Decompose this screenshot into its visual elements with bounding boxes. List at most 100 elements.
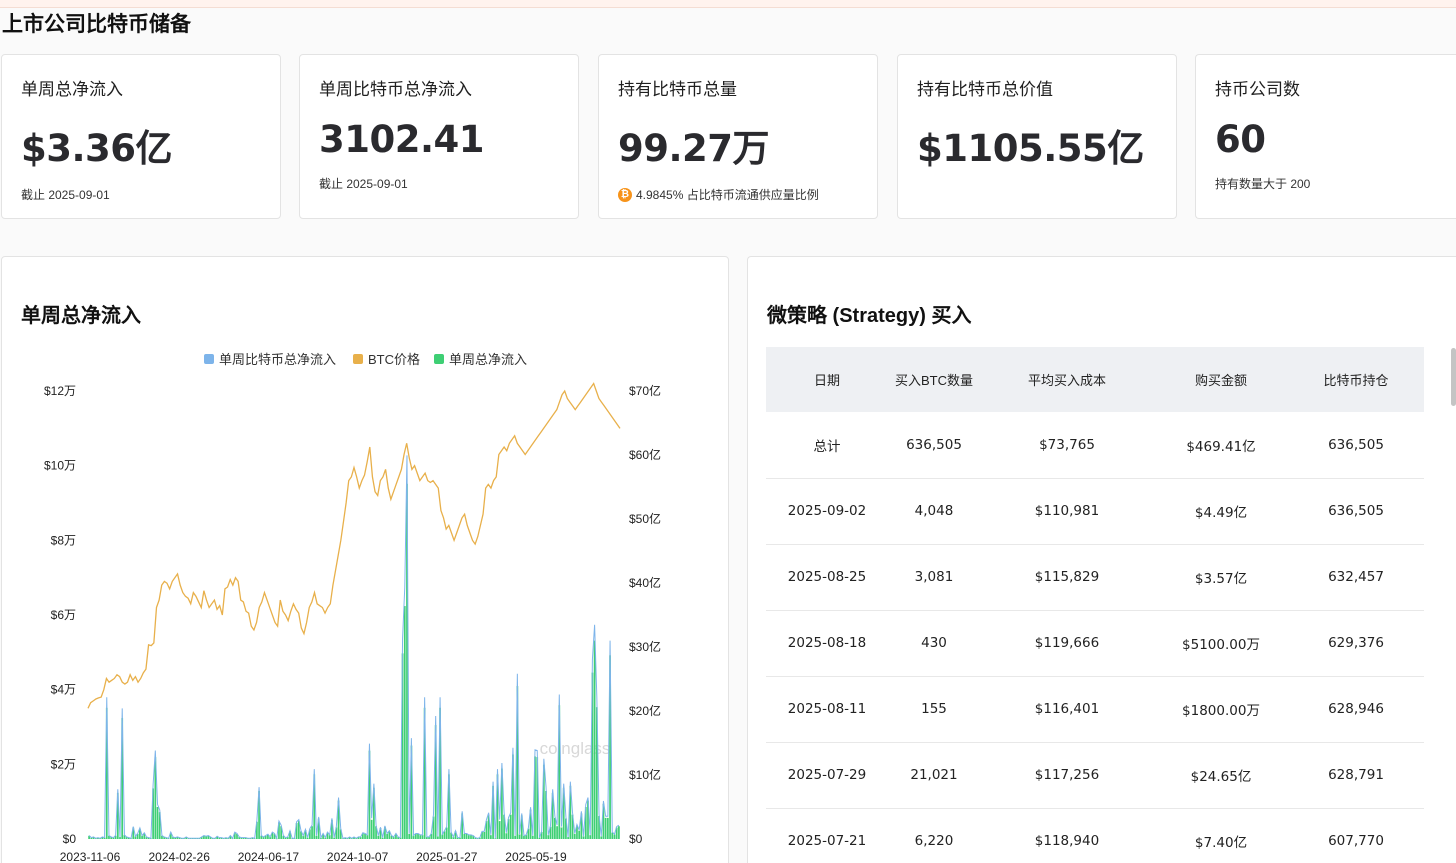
stat-sub-text: 截止 2025-09-01 xyxy=(319,177,408,191)
column-header-avg-cost[interactable]: 平均买入成本 xyxy=(980,347,1154,412)
cell-purchase-amount: $5100.00万 xyxy=(1154,610,1288,677)
cell-purchase-amount: $4.49亿 xyxy=(1154,478,1288,545)
stat-label: 持币公司数 xyxy=(1215,80,1300,99)
weekly-net-inflow-chart[interactable]: 单周比特币总净流入 BTC价格 单周总净流入 $0 $2万 $4万 $6万 $8万 $10万 $1… xyxy=(2,257,730,863)
y-left-tick: $8万 xyxy=(51,533,76,547)
flow-bar xyxy=(311,826,313,839)
cell-btc-amount: 430 xyxy=(888,610,980,677)
y-left-tick: $6万 xyxy=(51,608,76,622)
cell-purchase-amount: $7.40亿 xyxy=(1154,808,1288,863)
column-header-btc-amount[interactable]: 买入BTC数量 xyxy=(888,347,980,412)
flow-bar xyxy=(538,837,541,839)
x-tick: 2024-06-17 xyxy=(238,850,300,863)
flow-bar xyxy=(386,833,388,839)
flow-bar xyxy=(560,827,563,839)
cell-btc-amount: 636,505 xyxy=(888,412,980,479)
stat-label: 持有比特币总量 xyxy=(618,80,737,99)
table-panel: 微策略 (Strategy) 买入 日期 买入BTC数量 平均买入成本 购买金额… xyxy=(747,256,1456,863)
btc-price-line xyxy=(87,382,621,709)
cell-btc-holdings: 636,505 xyxy=(1288,412,1424,479)
column-header-purchase-amount[interactable]: 购买金额 xyxy=(1154,347,1288,412)
stat-label: 单周总净流入 xyxy=(21,80,123,99)
x-tick: 2024-10-07 xyxy=(327,850,389,863)
stat-value: 99.27万 xyxy=(618,127,770,170)
flow-bar xyxy=(156,807,159,839)
flow-bar xyxy=(600,836,603,839)
stat-value: $3.36亿 xyxy=(21,127,173,170)
cell-avg-cost: $110,981 xyxy=(980,478,1154,545)
flow-bar xyxy=(554,817,556,839)
flow-bar xyxy=(366,835,369,839)
flow-bar xyxy=(514,835,516,839)
y-left-tick: $2万 xyxy=(51,757,76,771)
cell-avg-cost: $117,256 xyxy=(980,742,1154,809)
watermark-logo: coinglass xyxy=(540,739,611,758)
cell-btc-amount: 4,048 xyxy=(888,478,980,545)
flow-bar xyxy=(589,835,592,839)
cell-date: 2025-07-29 xyxy=(766,742,888,809)
flow-bar xyxy=(618,826,620,839)
flow-bar xyxy=(364,833,366,839)
flow-bar xyxy=(494,838,497,839)
flow-bar xyxy=(463,833,466,839)
y-right-tick: $50亿 xyxy=(629,511,661,526)
flow-bar xyxy=(441,834,444,839)
legend-label: BTC价格 xyxy=(368,352,420,367)
stat-card-weekly-btc-inflow: 单周比特币总净流入 3102.41 截止 2025-09-01 xyxy=(299,54,579,219)
flow-bar xyxy=(523,835,525,839)
column-header-date[interactable]: 日期 xyxy=(766,347,888,412)
table-scrollbar-thumb[interactable] xyxy=(1451,348,1456,406)
flow-bar xyxy=(607,817,609,839)
stat-card-weekly-usd-inflow: 单周总净流入 $3.36亿 截止 2025-09-01 xyxy=(1,54,281,219)
y-right-tick: $0 xyxy=(629,832,643,846)
cell-purchase-amount: $1800.00万 xyxy=(1154,676,1288,743)
flow-bar xyxy=(445,827,448,839)
flow-bar xyxy=(573,833,576,839)
cell-btc-holdings: 636,505 xyxy=(1288,478,1424,545)
table-row: 2025-08-11 155 $116,401 $1800.00万 628,946 xyxy=(766,676,1424,743)
flow-bar xyxy=(582,836,585,839)
y-right-tick: $30亿 xyxy=(629,639,661,654)
legend-swatch xyxy=(204,354,214,364)
stat-sub: 截止 2025-09-01 xyxy=(319,175,578,192)
stat-card-total-btc-held: 持有比特币总量 99.27万 ₿ 4.9845% 占比特币流通供应量比例 xyxy=(598,54,878,219)
flow-bar xyxy=(525,835,528,839)
flow-bar xyxy=(518,834,521,839)
flow-bar xyxy=(381,837,384,839)
flow-bar xyxy=(315,835,318,839)
flow-bar xyxy=(377,835,380,839)
cell-btc-amount: 6,220 xyxy=(888,808,980,863)
flow-bar xyxy=(333,837,335,839)
flow-bar xyxy=(604,817,607,839)
cell-btc-holdings: 628,946 xyxy=(1288,676,1424,743)
x-tick: 2025-05-19 xyxy=(505,850,567,863)
table-row: 2025-07-29 21,021 $117,256 $24.65亿 628,791 xyxy=(766,742,1424,809)
flow-bar xyxy=(556,826,558,839)
flow-bar xyxy=(412,835,415,839)
flow-bar xyxy=(611,832,614,839)
x-tick: 2024-02-26 xyxy=(149,850,211,863)
bitcoin-icon: ₿ xyxy=(618,187,632,202)
strategy-buy-table: 日期 买入BTC数量 平均买入成本 购买金额 比特币持仓 总计 636,505 $7… xyxy=(766,347,1424,863)
cell-date: 2025-07-21 xyxy=(766,808,888,863)
cell-purchase-amount: $469.41亿 xyxy=(1154,412,1288,479)
flow-bar xyxy=(531,835,534,839)
chart-panel: 单周总净流入 单周比特币总净流入 BTC价格 单周总净流入 $0 $2万 $4万 $6万 $8… xyxy=(1,256,729,863)
x-tick: 2023-11-06 xyxy=(60,850,121,863)
stat-card-company-count: 持币公司数 60 持有数量大于 200 xyxy=(1195,54,1456,219)
cell-avg-cost: $115,829 xyxy=(980,544,1154,611)
flow-bar xyxy=(593,640,596,839)
cell-avg-cost: $118,940 xyxy=(980,808,1154,863)
y-left-tick: $12万 xyxy=(44,384,76,398)
flow-bar xyxy=(613,834,616,839)
stat-sub: 持有数量大于 200 xyxy=(1215,175,1456,192)
column-header-btc-holdings[interactable]: 比特币持仓 xyxy=(1288,347,1424,412)
cell-btc-holdings: 607,770 xyxy=(1288,808,1424,863)
flow-bar xyxy=(419,835,422,839)
y-right-tick: $20亿 xyxy=(629,703,661,718)
stat-sub: ₿ 4.9845% 占比特币流通供应量比例 xyxy=(618,186,877,203)
page-title: 上市公司比特币储备 xyxy=(2,13,191,36)
flow-bar xyxy=(467,835,470,839)
cell-date: 2025-08-18 xyxy=(766,610,888,677)
table-panel-title: 微策略 (Strategy) 买入 xyxy=(767,305,972,327)
